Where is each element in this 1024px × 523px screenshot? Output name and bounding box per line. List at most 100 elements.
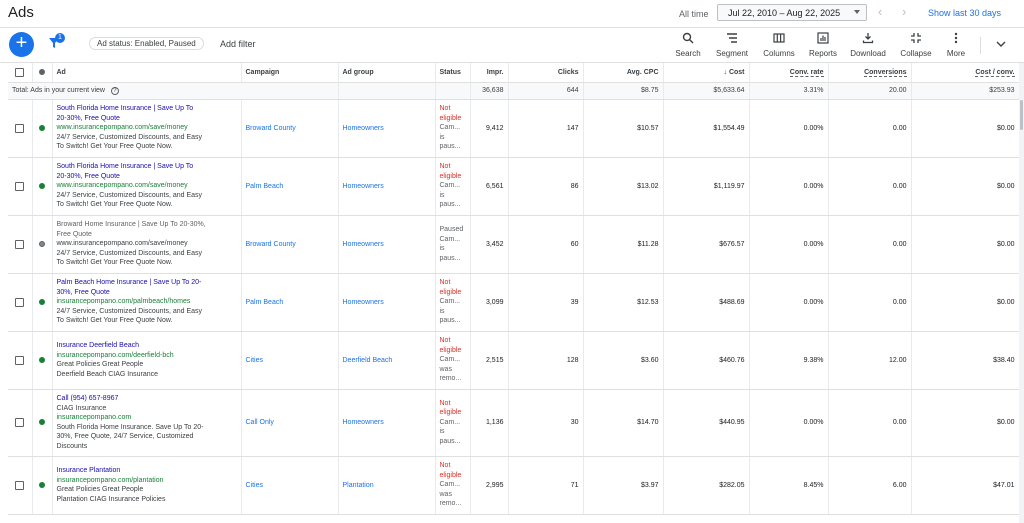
adgroup-link[interactable]: Homeowners xyxy=(338,99,436,158)
ad-headline-2[interactable]: 30%, Free Quote xyxy=(57,288,237,298)
row-status-cell[interactable] xyxy=(32,456,53,515)
ad-headline[interactable]: Palm Beach Home Insurance | Save Up To 2… xyxy=(57,278,237,288)
vertical-scrollbar[interactable] xyxy=(1019,63,1024,523)
adgroup-link[interactable]: Homeowners xyxy=(338,273,436,332)
ad-headline-2[interactable]: 20-30%, Free Quote xyxy=(57,114,237,124)
ad-cell[interactable]: Palm Beach Home Insurance | Save Up To 2… xyxy=(52,273,242,332)
date-range-picker[interactable]: Jul 22, 2010 – Aug 22, 2025 xyxy=(717,4,867,21)
row-status-cell[interactable] xyxy=(32,157,53,216)
campaign-link[interactable]: Cities xyxy=(241,331,339,390)
paused-status-icon[interactable] xyxy=(39,240,45,247)
table-row[interactable]: South Florida Home Insurance | Save Up T… xyxy=(8,157,1020,216)
row-status-cell[interactable] xyxy=(32,273,53,332)
status-cell[interactable]: Not eligible Cam... is paus... xyxy=(435,157,471,216)
enabled-status-icon[interactable] xyxy=(39,481,45,488)
reports-tool-button[interactable]: Reports xyxy=(798,32,848,58)
ad-cell[interactable]: Insurance Deerfield Beach insurancepompa… xyxy=(52,331,242,390)
table-row[interactable]: South Florida Home Insurance | Save Up T… xyxy=(8,99,1020,158)
status-cell[interactable]: Not eligible Cam... is paus... xyxy=(435,273,471,332)
row-checkbox[interactable] xyxy=(15,418,25,427)
enabled-status-icon[interactable] xyxy=(39,182,45,189)
col-header-ad[interactable]: Ad xyxy=(52,63,242,83)
ad-headline[interactable]: South Florida Home Insurance | Save Up T… xyxy=(57,162,237,172)
status-cell[interactable]: Paused Cam... is paus... xyxy=(435,215,471,274)
row-checkbox[interactable] xyxy=(15,123,25,133)
row-status-cell[interactable] xyxy=(32,99,53,158)
campaign-link[interactable]: Palm Beach xyxy=(241,273,339,332)
search-tool-button[interactable]: Search xyxy=(663,32,713,58)
ad-headline-2[interactable]: Free Quote xyxy=(57,230,237,240)
status-cell[interactable]: Not eligible Cam... is paus... xyxy=(435,99,471,158)
columns-tool-button[interactable]: Columns xyxy=(754,32,804,58)
ad-headline[interactable]: Broward Home Insurance | Save Up To 20-3… xyxy=(57,220,237,230)
ad-headline[interactable]: Call (954) 657-8967 xyxy=(57,394,237,404)
more-tool-button[interactable]: More xyxy=(931,32,981,58)
campaign-link[interactable]: Cities xyxy=(241,456,339,515)
ad-cell[interactable]: South Florida Home Insurance | Save Up T… xyxy=(52,99,242,158)
chevron-down-icon[interactable] xyxy=(995,38,1007,50)
row-checkbox[interactable] xyxy=(15,239,25,249)
row-checkbox[interactable] xyxy=(15,297,25,307)
enabled-status-icon[interactable] xyxy=(39,419,45,426)
row-checkbox-cell[interactable] xyxy=(8,389,33,457)
row-checkbox[interactable] xyxy=(15,480,25,490)
campaign-link[interactable]: Call Only xyxy=(241,389,339,457)
col-header-status[interactable]: Status xyxy=(435,63,471,83)
campaign-link[interactable]: Broward County xyxy=(241,99,339,158)
col-header-clicks[interactable]: Clicks xyxy=(508,63,584,83)
col-header-impr[interactable]: Impr. xyxy=(470,63,509,83)
ad-cell[interactable]: Broward Home Insurance | Save Up To 20-3… xyxy=(52,215,242,274)
download-tool-button[interactable]: Download xyxy=(843,32,893,58)
table-row[interactable]: Insurance Plantation insurancepompano.co… xyxy=(8,456,1020,515)
chevron-right-icon[interactable]: › xyxy=(902,4,906,19)
table-row[interactable]: Insurance Deerfield Beach insurancepompa… xyxy=(8,331,1020,390)
row-checkbox-cell[interactable] xyxy=(8,456,33,515)
status-cell[interactable]: Not eligible Cam... was remo... xyxy=(435,331,471,390)
ad-headline[interactable]: Insurance Deerfield Beach xyxy=(57,341,237,351)
ad-cell[interactable]: South Florida Home Insurance | Save Up T… xyxy=(52,157,242,216)
col-header-adgroup[interactable]: Ad group xyxy=(338,63,436,83)
row-checkbox[interactable] xyxy=(15,181,25,191)
row-checkbox-cell[interactable] xyxy=(8,157,33,216)
adgroup-link[interactable]: Plantation xyxy=(338,456,436,515)
row-checkbox-cell[interactable] xyxy=(8,331,33,390)
adgroup-link[interactable]: Homeowners xyxy=(338,389,436,457)
col-header-convrate[interactable]: Conv. rate xyxy=(749,63,829,83)
segment-tool-button[interactable]: Segment xyxy=(707,32,757,58)
select-all-cell[interactable] xyxy=(8,63,33,83)
col-header-conversions[interactable]: Conversions xyxy=(828,63,912,83)
col-header-costconv[interactable]: Cost / conv. xyxy=(911,63,1020,83)
ad-cell[interactable]: Insurance Plantation insurancepompano.co… xyxy=(52,456,242,515)
table-row[interactable]: Broward Home Insurance | Save Up To 20-3… xyxy=(8,215,1020,274)
scrollbar-thumb[interactable] xyxy=(1020,100,1023,130)
table-row[interactable]: Palm Beach Home Insurance | Save Up To 2… xyxy=(8,273,1020,332)
adgroup-link[interactable]: Homeowners xyxy=(338,215,436,274)
ad-headline[interactable]: Insurance Plantation xyxy=(57,466,237,476)
status-cell[interactable]: Not eligible Cam... was remo... xyxy=(435,456,471,515)
ad-cell[interactable]: Call (954) 657-8967 CIAG Insurance insur… xyxy=(52,389,242,457)
show-last-30-days-link[interactable]: Show last 30 days xyxy=(928,8,1001,18)
col-header-campaign[interactable]: Campaign xyxy=(241,63,339,83)
enabled-status-icon[interactable] xyxy=(39,356,45,363)
ad-status-filter-chip[interactable]: Ad status: Enabled, Paused xyxy=(89,37,204,50)
campaign-link[interactable]: Broward County xyxy=(241,215,339,274)
col-header-cpc[interactable]: Avg. CPC xyxy=(583,63,664,83)
table-row[interactable]: Call (954) 657-8967 CIAG Insurance insur… xyxy=(8,389,1020,457)
select-all-checkbox[interactable] xyxy=(15,67,25,77)
row-checkbox-cell[interactable] xyxy=(8,99,33,158)
adgroup-link[interactable]: Deerfield Beach xyxy=(338,331,436,390)
help-icon[interactable]: ? xyxy=(110,86,119,95)
row-checkbox-cell[interactable] xyxy=(8,215,33,274)
row-checkbox[interactable] xyxy=(15,355,25,365)
ad-headline[interactable]: South Florida Home Insurance | Save Up T… xyxy=(57,104,237,114)
row-status-cell[interactable] xyxy=(32,215,53,274)
chevron-left-icon[interactable]: ‹ xyxy=(878,4,882,19)
row-status-cell[interactable] xyxy=(32,331,53,390)
col-header-cost[interactable]: ↓ Cost xyxy=(663,63,750,83)
row-status-cell[interactable] xyxy=(32,389,53,457)
adgroup-link[interactable]: Homeowners xyxy=(338,157,436,216)
enabled-status-icon[interactable] xyxy=(39,298,45,305)
enabled-status-icon[interactable] xyxy=(39,124,45,131)
status-cell[interactable]: Not eligible Cam... is paus... xyxy=(435,389,471,457)
ad-headline-2[interactable]: 20-30%, Free Quote xyxy=(57,172,237,182)
